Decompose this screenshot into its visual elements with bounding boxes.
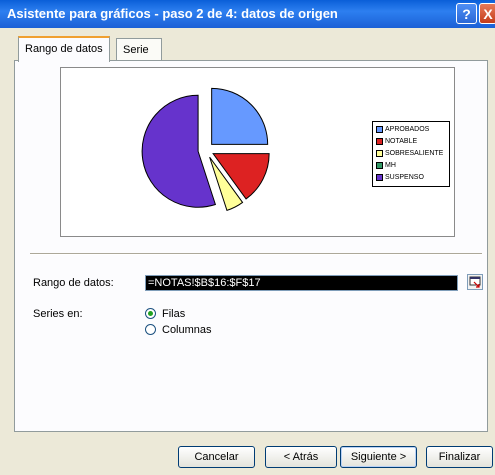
window-title: Asistente para gráficos - paso 2 de 4: d… bbox=[7, 6, 338, 21]
radio-filas-label[interactable]: Filas bbox=[162, 308, 185, 320]
tab-rango-de-datos[interactable]: Rango de datos bbox=[18, 36, 110, 62]
legend-label: APROBADOS bbox=[385, 126, 430, 133]
radio-columnas[interactable] bbox=[145, 324, 156, 335]
collapse-dialog-button[interactable] bbox=[467, 274, 483, 290]
pie-slice-suspenso bbox=[141, 94, 217, 208]
legend-label: MH bbox=[385, 162, 396, 169]
legend-label: NOTABLE bbox=[385, 138, 418, 145]
legend-swatch bbox=[376, 149, 383, 157]
tab-serie[interactable]: Serie bbox=[116, 38, 162, 60]
legend-swatch bbox=[376, 161, 383, 169]
collapse-icon bbox=[469, 276, 481, 288]
chart-legend: APROBADOS NOTABLE SOBRESALIENTE MH SUSPE… bbox=[372, 121, 450, 187]
back-button[interactable]: < Atrás bbox=[265, 446, 337, 468]
help-button[interactable]: ? bbox=[456, 3, 477, 24]
cancel-button[interactable]: Cancelar bbox=[178, 446, 255, 468]
legend-item: MH bbox=[376, 160, 446, 172]
series-label: Series en: bbox=[33, 308, 83, 320]
legend-swatch bbox=[376, 173, 383, 181]
legend-item: APROBADOS bbox=[376, 124, 446, 136]
range-input[interactable] bbox=[145, 275, 458, 291]
separator bbox=[30, 253, 482, 255]
legend-item: SUSPENSO bbox=[376, 172, 446, 184]
close-button[interactable]: X bbox=[479, 3, 495, 24]
legend-item: SOBRESALIENTE bbox=[376, 148, 446, 160]
legend-label: SUSPENSO bbox=[385, 174, 424, 181]
legend-label: SOBRESALIENTE bbox=[385, 150, 444, 157]
radio-filas[interactable] bbox=[145, 308, 156, 319]
radio-columnas-label[interactable]: Columnas bbox=[162, 324, 212, 336]
title-bar: Asistente para gráficos - paso 2 de 4: d… bbox=[0, 0, 495, 28]
finish-button[interactable]: Finalizar bbox=[426, 446, 493, 468]
legend-item: NOTABLE bbox=[376, 136, 446, 148]
legend-swatch bbox=[376, 125, 383, 133]
range-label: Rango de datos: bbox=[33, 277, 114, 289]
legend-swatch bbox=[376, 137, 383, 145]
pie-slice-aprobados bbox=[211, 87, 269, 145]
next-button[interactable]: Siguiente > bbox=[340, 446, 417, 468]
